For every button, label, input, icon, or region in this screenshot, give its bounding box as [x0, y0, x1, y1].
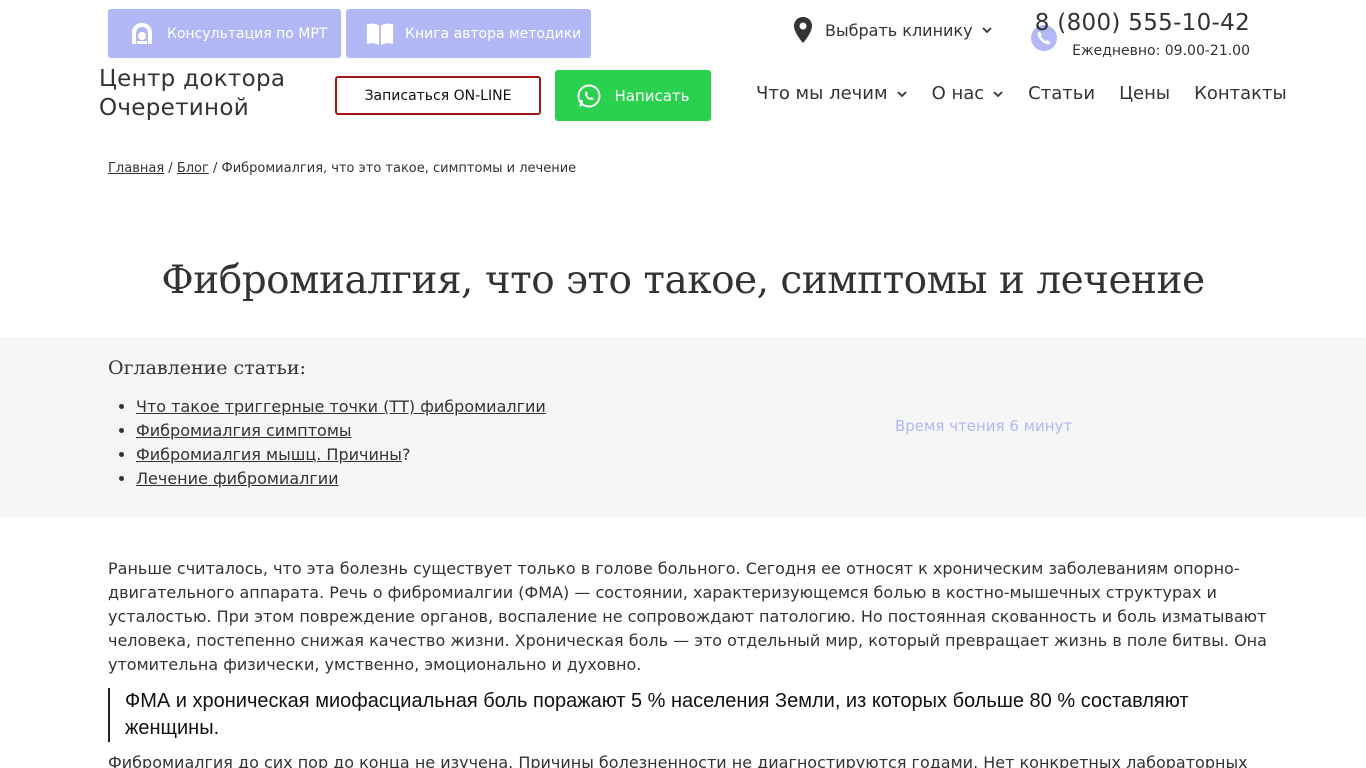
toc-link-causes[interactable]: Фибромиалгия мышц. Причины [136, 445, 402, 464]
mri-consultation-button[interactable]: Консультация по МРТ [108, 9, 341, 58]
book-icon [366, 20, 394, 48]
toc-link-trigger-points[interactable]: Что такое триггерные точки (ТТ) фибромиа… [136, 397, 546, 416]
main-nav: Что мы лечим О нас Статьи Цены Контакты [756, 83, 1287, 104]
nav-item-treatments[interactable]: Что мы лечим [756, 83, 908, 104]
toc-link-symptoms[interactable]: Фибромиалгия симптомы [136, 421, 352, 440]
toc-link-treatment[interactable]: Лечение фибромиалгии [136, 469, 339, 488]
chevron-down-icon [981, 27, 992, 34]
choose-clinic-label: Выбрать клинику [825, 20, 973, 40]
breadcrumb-separator: / [168, 161, 173, 176]
breadcrumb-current: Фибромиалгия, что это такое, симптомы и … [221, 161, 577, 176]
page-title: Фибромиалгия, что это такое, симптомы и … [161, 258, 1205, 303]
chevron-down-icon [896, 90, 907, 97]
brain-scan-icon [128, 20, 156, 48]
breadcrumb-home[interactable]: Главная [108, 161, 164, 176]
choose-clinic-dropdown[interactable]: Выбрать клинику [792, 16, 993, 44]
logo-line-1: Центр доктора [99, 66, 286, 92]
breadcrumb-separator: / [212, 161, 218, 176]
list-item: Фибромиалгия мышц. Причины? [136, 443, 546, 467]
breadcrumb-blog[interactable]: Блог [177, 161, 209, 176]
nav-item-articles[interactable]: Статьи [1028, 83, 1095, 104]
book-online-button[interactable]: Записаться ON-LINE [335, 76, 541, 115]
toc-suffix: ? [401, 445, 411, 464]
nav-label: О нас [931, 83, 985, 104]
nav-item-prices[interactable]: Цены [1119, 83, 1170, 104]
reading-time: Время чтения 6 минут [895, 417, 1073, 435]
list-item: Фибромиалгия симптомы [136, 419, 546, 443]
working-hours: Ежедневно: 09.00-21.00 [1072, 43, 1250, 59]
table-of-contents: Оглавление статьи: Что такое триггерные … [0, 337, 1366, 517]
nav-label: Что мы лечим [756, 83, 888, 104]
chevron-down-icon [993, 90, 1003, 97]
article-paragraph: Фибромиалгия до сих пор до конца не изуч… [108, 753, 1248, 768]
toc-title: Оглавление статьи: [108, 357, 306, 379]
whatsapp-icon [577, 84, 601, 107]
author-book-label: Книга автора методики [405, 25, 582, 42]
whatsapp-write-button[interactable]: Написать [555, 70, 711, 121]
site-logo[interactable]: Центр доктора Очеретиной [99, 65, 285, 123]
author-book-button[interactable]: Книга автора методики [346, 9, 591, 58]
list-item: Лечение фибромиалгии [136, 467, 546, 491]
location-pin-icon [794, 17, 812, 43]
article-paragraph: Раньше считалось, что эта болезнь сущест… [108, 559, 1267, 674]
phone-number[interactable]: 8 (800) 555-10-42 [1035, 10, 1250, 36]
nav-item-contacts[interactable]: Контакты [1194, 83, 1287, 104]
toc-list: Что такое триггерные точки (ТТ) фибромиа… [136, 395, 546, 491]
nav-item-about[interactable]: О нас [932, 83, 1005, 104]
mri-consultation-label: Консультация по МРТ [167, 25, 328, 42]
article-quote: ФМА и хроническая миофасциальная боль по… [108, 688, 1268, 742]
breadcrumb: Главная / Блог / Фибромиалгия, что это т… [108, 161, 576, 176]
whatsapp-write-label: Написать [614, 86, 690, 105]
list-item: Что такое триггерные точки (ТТ) фибромиа… [136, 395, 546, 419]
logo-line-2: Очеретиной [99, 95, 249, 121]
